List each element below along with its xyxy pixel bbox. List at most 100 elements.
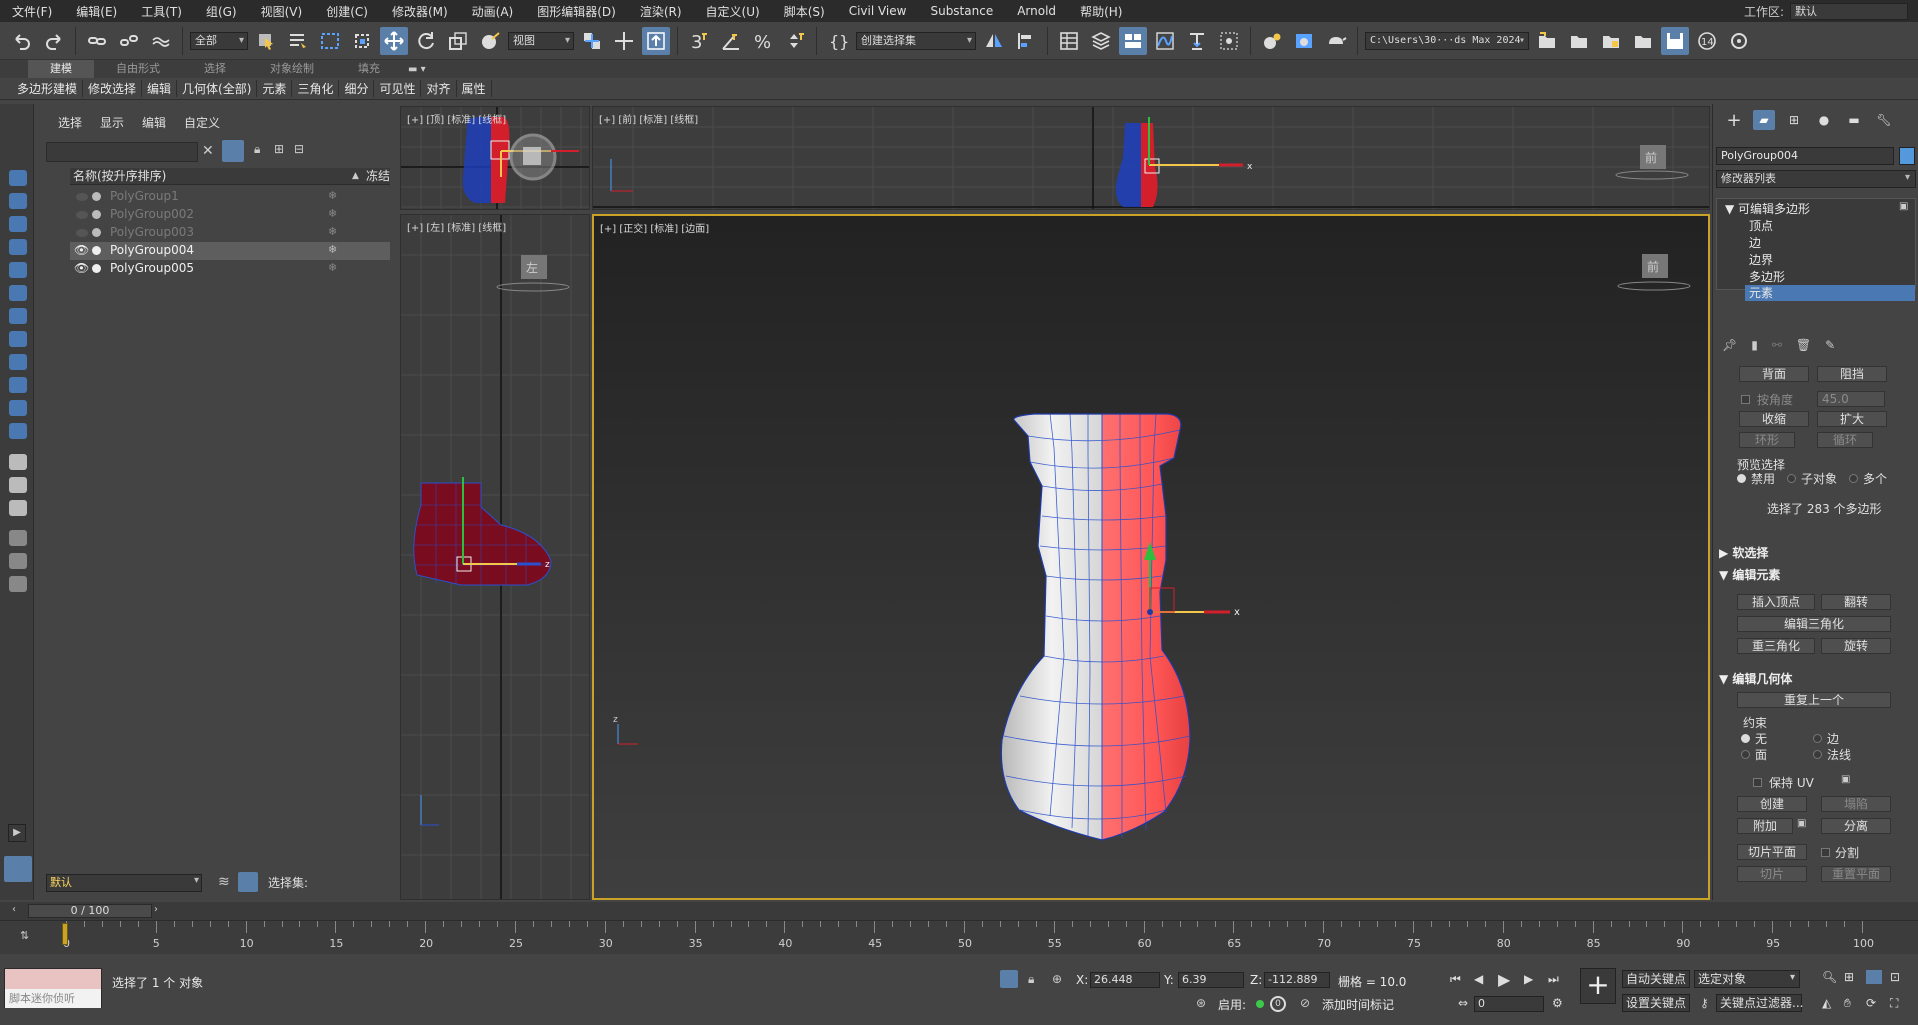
display-none-icon[interactable] bbox=[9, 477, 27, 493]
backface-button[interactable]: 背面 bbox=[1739, 366, 1809, 382]
menu-help[interactable]: 帮助(H) bbox=[1068, 3, 1134, 20]
stack-item-edge[interactable]: 边 bbox=[1749, 235, 1761, 251]
project-folder-button[interactable] bbox=[1565, 27, 1593, 55]
ring-button[interactable]: 环形 bbox=[1739, 432, 1795, 448]
maxscript-listener[interactable]: 脚本迷你侦听 bbox=[4, 968, 102, 1008]
loop-button[interactable]: 循环 bbox=[1817, 432, 1873, 448]
filter-geometry-icon[interactable] bbox=[9, 170, 27, 186]
menu-view[interactable]: 视图(V) bbox=[249, 3, 315, 20]
key-filter-dropdown[interactable]: 选定对象 bbox=[1694, 970, 1800, 988]
filter-groups-icon[interactable] bbox=[9, 308, 27, 324]
freeze-icon[interactable]: ❄ bbox=[328, 207, 337, 220]
preserve-uv-settings-icon[interactable]: ▣ bbox=[1841, 774, 1850, 785]
ribbon-sub-geometry-all[interactable]: 几何体(全部) bbox=[177, 80, 258, 97]
visible-eye-icon[interactable]: 👁︎ bbox=[74, 243, 89, 257]
layer-dropdown-arrow-icon[interactable]: ▾ bbox=[194, 875, 199, 886]
filter-toggle-icon[interactable] bbox=[9, 553, 27, 569]
goto-end-icon[interactable]: ⏭︎ bbox=[1548, 972, 1559, 987]
explorer-menu-select[interactable]: 选择 bbox=[58, 114, 82, 131]
next-frame-icon[interactable]: ▶︎ bbox=[1524, 972, 1533, 986]
menu-arnold[interactable]: Arnold bbox=[1005, 4, 1068, 18]
explorer-row[interactable]: 👁︎ PolyGroup005 ❄ bbox=[70, 260, 390, 278]
utilities-tab-wrench-icon[interactable]: 🔧︎ bbox=[1873, 110, 1895, 130]
rendered-frame-window-button[interactable] bbox=[1290, 27, 1318, 55]
rotate-button[interactable] bbox=[412, 27, 440, 55]
autodesk-assistant-button[interactable] bbox=[1725, 27, 1753, 55]
maximize-viewport-icon[interactable]: ⛶ bbox=[1890, 996, 1898, 1011]
pivot-center-button[interactable] bbox=[578, 27, 606, 55]
explorer-row-selected[interactable]: 👁︎ PolyGroup004 ❄ bbox=[70, 242, 390, 260]
viewport-label[interactable]: [+] [左] [标准] [线框] bbox=[407, 219, 506, 234]
ribbon-sub-align[interactable]: 对齐 bbox=[421, 80, 457, 97]
absolute-mode-icon[interactable]: ⊕ bbox=[1052, 972, 1062, 986]
align-button[interactable] bbox=[1012, 27, 1040, 55]
stack-item-polygon[interactable]: 多边形 bbox=[1749, 269, 1785, 285]
column-name-header[interactable]: 名称(按升序排序) bbox=[70, 168, 166, 185]
render-production-button[interactable] bbox=[1322, 27, 1350, 55]
time-slider-next-icon[interactable]: › bbox=[154, 904, 158, 915]
hierarchy-icon[interactable]: ⊞ bbox=[274, 142, 284, 156]
display-invert-icon[interactable] bbox=[9, 500, 27, 516]
stack-item-editable-poly[interactable]: ▼ 可编辑多边形 bbox=[1725, 201, 1810, 217]
ribbon-sub-edit[interactable]: 编辑 bbox=[142, 80, 178, 97]
viewport-label[interactable]: [+] [前] [标准] [线框] bbox=[599, 111, 698, 126]
time-slider-thumb[interactable]: 0 / 100 bbox=[28, 904, 152, 918]
named-selection-dropdown[interactable]: 创建选择集 bbox=[856, 31, 976, 50]
clear-search-icon[interactable]: ✕ bbox=[202, 143, 214, 159]
make-unique-icon[interactable]: ⚯ bbox=[1772, 338, 1782, 352]
viewcube-ring-icon[interactable] bbox=[496, 282, 570, 292]
select-manipulate-button[interactable] bbox=[610, 27, 638, 55]
explorer-row[interactable]: PolyGroup002 ❄ bbox=[70, 206, 390, 224]
menu-customize[interactable]: 自定义(U) bbox=[694, 3, 772, 20]
time-slider-prev-icon[interactable]: ‹ bbox=[12, 904, 16, 915]
explorer-menu-edit[interactable]: 编辑 bbox=[142, 114, 166, 131]
slice-button[interactable]: 切片 bbox=[1737, 866, 1807, 882]
layer-dropdown[interactable]: 默认 bbox=[46, 874, 202, 892]
keyboard-shortcut-override-button[interactable] bbox=[642, 26, 670, 55]
adaptive-degradation-icon[interactable]: ⊛ bbox=[1196, 996, 1206, 1010]
key-filter-dropdown-arrow-icon[interactable]: ▾ bbox=[1790, 972, 1795, 983]
reset-plane-button[interactable]: 重置平面 bbox=[1821, 866, 1891, 882]
stack-item-vertex[interactable]: 顶点 bbox=[1749, 218, 1773, 234]
hierarchy-alt-icon[interactable]: ⊟ bbox=[294, 142, 304, 156]
viewcube-ring-icon[interactable] bbox=[1617, 281, 1691, 291]
object-name-field[interactable]: PolyGroup004 bbox=[1716, 147, 1894, 165]
collapse-button[interactable]: 塌陷 bbox=[1821, 796, 1891, 812]
angle-spinner[interactable]: 45.0 bbox=[1817, 391, 1885, 407]
zoom-extents-all-icon[interactable]: ⊡ bbox=[1890, 970, 1900, 984]
key-filters-button[interactable]: 关键点过滤器... bbox=[1716, 994, 1803, 1012]
ribbon-sub-triangulation[interactable]: 三角化 bbox=[292, 80, 340, 97]
filter-spacewarps-icon[interactable] bbox=[9, 285, 27, 301]
time-slider[interactable]: ‹ 0 / 100 › bbox=[0, 902, 1918, 920]
explorer-search-input[interactable] bbox=[46, 142, 198, 162]
ribbon-options-dropdown[interactable]: ▬ ▾ bbox=[402, 64, 426, 75]
ribbon-sub-properties[interactable]: 属性 bbox=[457, 80, 492, 97]
ribbon-tab-modeling[interactable]: 建模 bbox=[28, 60, 94, 78]
constraint-face-radio[interactable] bbox=[1741, 750, 1750, 759]
move-button[interactable] bbox=[380, 26, 408, 55]
time-tag-icon[interactable]: ⊘ bbox=[1300, 996, 1310, 1010]
filter-frozen-icon[interactable] bbox=[9, 400, 27, 416]
undo-button[interactable] bbox=[8, 27, 36, 55]
show-end-result-icon[interactable]: ▮ bbox=[1751, 338, 1758, 352]
freeze-icon[interactable]: ❄ bbox=[328, 225, 337, 238]
menu-group[interactable]: 组(G) bbox=[194, 3, 249, 20]
menu-tools[interactable]: 工具(T) bbox=[129, 3, 194, 20]
preserve-uv-checkbox[interactable] bbox=[1753, 778, 1762, 787]
expand-arrow-icon[interactable]: ▶ bbox=[8, 824, 26, 842]
stack-item-element-selected[interactable]: 元素 bbox=[1745, 285, 1915, 301]
hidden-eye-icon[interactable] bbox=[76, 229, 88, 237]
modify-tab-icon[interactable]: ▰ bbox=[1753, 110, 1775, 130]
isolate-selection-icon[interactable] bbox=[1000, 970, 1018, 988]
key-mode-icon[interactable]: ⇔ bbox=[1458, 996, 1468, 1010]
viewport-layout-icon[interactable] bbox=[4, 856, 32, 882]
retriangulate-button[interactable]: 重三角化 bbox=[1737, 638, 1815, 654]
turn-button[interactable]: 旋转 bbox=[1821, 638, 1891, 654]
filter-cameras-icon[interactable] bbox=[9, 239, 27, 255]
by-angle-checkbox[interactable] bbox=[1741, 395, 1750, 404]
modifier-list-dropdown[interactable]: 修改器列表 bbox=[1716, 170, 1916, 188]
create-button[interactable]: 创建 bbox=[1737, 796, 1807, 812]
pan-hand-icon[interactable]: ✋︎ bbox=[1844, 996, 1851, 1011]
attach-button[interactable]: 附加 bbox=[1737, 818, 1793, 834]
current-frame-field[interactable]: 0 bbox=[1474, 996, 1544, 1012]
